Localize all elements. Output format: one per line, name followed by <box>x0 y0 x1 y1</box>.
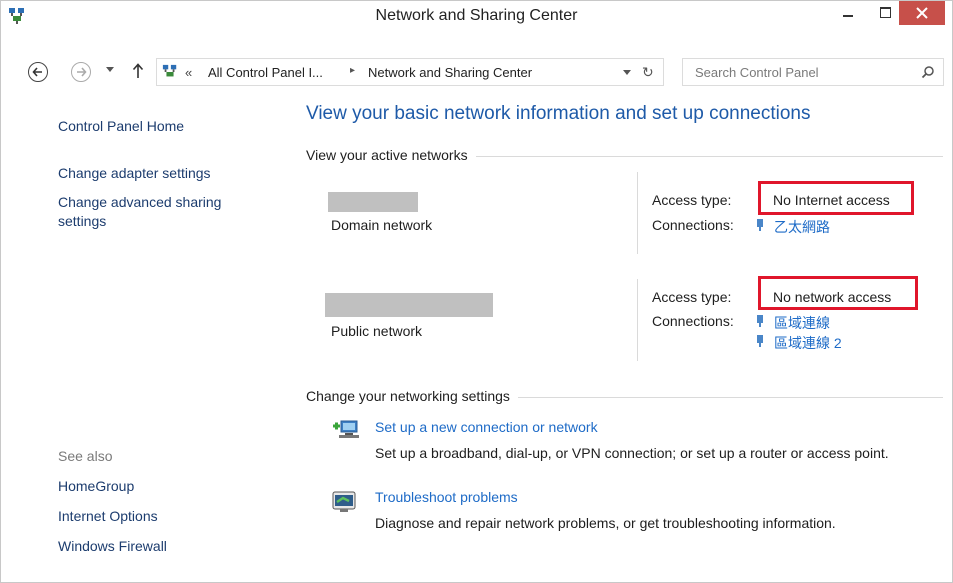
sidebar-link-change-advanced-sharing[interactable]: Change advanced sharing <box>58 194 221 210</box>
arrow-left-icon <box>32 67 42 77</box>
address-overflow-chevron[interactable]: « <box>185 65 192 80</box>
up-button[interactable] <box>132 63 144 82</box>
network-type-domain[interactable]: Domain network <box>331 217 432 233</box>
search-icon[interactable] <box>921 65 935 79</box>
address-history-dropdown[interactable] <box>623 70 631 75</box>
recent-locations-dropdown[interactable] <box>106 67 114 72</box>
connections-label: Connections: <box>652 313 734 329</box>
change-settings-heading: Change your networking settings <box>306 388 518 404</box>
active-networks-heading: View your active networks <box>306 147 476 163</box>
arrow-right-icon <box>77 67 87 77</box>
sidebar-link-homegroup[interactable]: HomeGroup <box>58 478 134 494</box>
network-setup-icon <box>331 417 361 446</box>
search-placeholder: Search Control Panel <box>695 65 819 80</box>
highlight-box <box>758 181 914 215</box>
setup-new-connection-link[interactable]: Set up a new connection or network <box>375 419 598 435</box>
close-icon <box>916 7 928 19</box>
see-also-label: See also <box>58 448 113 464</box>
sidebar-link-change-advanced-sharing-cont[interactable]: settings <box>58 213 106 229</box>
forward-button[interactable] <box>71 62 91 82</box>
troubleshoot-problems-link[interactable]: Troubleshoot problems <box>375 489 518 505</box>
sidebar-link-control-panel-home[interactable]: Control Panel Home <box>58 118 184 134</box>
sidebar-link-windows-firewall[interactable]: Windows Firewall <box>58 538 167 554</box>
ethernet-connection-icon <box>755 334 765 348</box>
breadcrumb-separator-icon[interactable]: ▸ <box>350 65 355 76</box>
access-type-label: Access type: <box>652 192 732 208</box>
minimize-button[interactable] <box>831 1 865 25</box>
sidebar-link-internet-options[interactable]: Internet Options <box>58 508 158 524</box>
network-location-icon <box>162 64 178 83</box>
breadcrumb-network-sharing-center[interactable]: Network and Sharing Center <box>368 65 532 80</box>
divider <box>637 172 638 254</box>
arrow-up-icon <box>132 63 144 78</box>
minimize-icon <box>843 15 853 17</box>
sidebar-link-change-adapter-settings[interactable]: Change adapter settings <box>58 165 211 181</box>
network-name-redacted <box>328 192 418 212</box>
address-bar[interactable]: « All Control Panel I... ▸ Network and S… <box>156 58 664 86</box>
search-input[interactable]: Search Control Panel <box>682 58 944 86</box>
maximize-icon <box>880 7 891 18</box>
highlight-box <box>758 276 918 310</box>
troubleshoot-problems-description: Diagnose and repair network problems, or… <box>375 515 836 531</box>
ethernet-connection-icon <box>755 314 765 328</box>
window-title: Network and Sharing Center <box>375 7 578 24</box>
breadcrumb-all-control-panel[interactable]: All Control Panel I... <box>208 65 323 80</box>
maximize-button[interactable] <box>869 1 903 25</box>
connections-label: Connections: <box>652 217 734 233</box>
connection-link[interactable]: 區域連線 2 <box>774 333 842 353</box>
refresh-icon[interactable]: ↻ <box>642 64 654 81</box>
divider <box>637 279 638 361</box>
close-button[interactable] <box>899 1 945 25</box>
connection-link[interactable]: 區域連線 <box>774 313 830 333</box>
back-button[interactable] <box>28 62 48 82</box>
window: Network and Sharing Center « All Control… <box>0 0 953 583</box>
setup-new-connection-description: Set up a broadband, dial-up, or VPN conn… <box>375 445 889 461</box>
title-bar[interactable]: Network and Sharing Center <box>1 1 952 31</box>
troubleshoot-icon <box>331 489 359 518</box>
connection-link[interactable]: 乙太網路 <box>774 217 830 237</box>
network-type-public[interactable]: Public network <box>331 323 422 339</box>
access-type-label: Access type: <box>652 289 732 305</box>
page-title: View your basic network information and … <box>306 103 811 124</box>
network-name-redacted <box>325 293 493 317</box>
ethernet-connection-icon <box>755 218 765 232</box>
